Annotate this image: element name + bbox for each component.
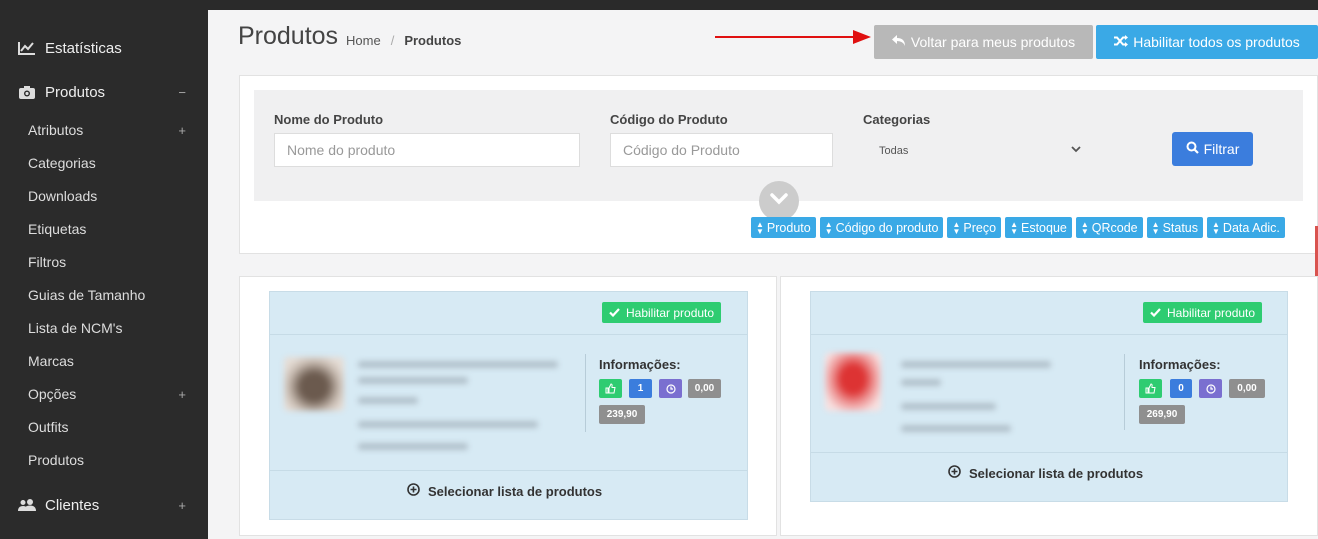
sidebar-item-lista-ncm[interactable]: Lista de NCM's — [28, 319, 190, 337]
categories-label: Categorias — [863, 112, 931, 127]
sidebar-item-clientes[interactable]: Clientes + — [18, 495, 190, 515]
breadcrumb: Home / Produtos — [346, 33, 461, 48]
users-icon — [18, 498, 36, 512]
sort-status-button[interactable]: ▲ ▼ Status — [1146, 217, 1203, 238]
product-details-blurred — [803, 335, 1123, 450]
sidebar-item-outfits[interactable]: Outfits — [28, 418, 190, 436]
clock-icon — [1199, 379, 1222, 398]
sort-preco-button[interactable]: ▲ ▼ Preço — [947, 217, 1002, 238]
check-icon — [1150, 306, 1161, 320]
page-title: Produtos — [238, 22, 339, 50]
expand-toggle[interactable]: + — [178, 123, 186, 138]
sidebar-item-downloads[interactable]: Downloads — [28, 187, 190, 205]
sidebar-item-label: Estatísticas — [45, 39, 122, 57]
sidebar-item-estatisticas[interactable]: Estatísticas — [18, 38, 190, 58]
sidebar-item-categorias[interactable]: Categorias — [28, 154, 190, 172]
thumbs-up-icon — [1139, 379, 1162, 398]
check-icon — [609, 306, 620, 320]
stock-count: 1 — [629, 379, 652, 398]
sidebar-item-guias-de-tamanho[interactable]: Guias de Tamanho — [28, 286, 190, 304]
thumbs-up-icon — [599, 379, 622, 398]
select-product-list-button[interactable]: Selecionar lista de produtos — [407, 483, 602, 499]
product-details-blurred — [262, 335, 582, 463]
sort-icon: ▲ ▼ — [1212, 219, 1220, 236]
expand-filters-toggle[interactable] — [759, 181, 799, 221]
red-arrow-annotation — [715, 30, 871, 44]
plus-circle-icon — [948, 465, 961, 481]
divider — [270, 470, 747, 471]
enable-product-button[interactable]: Habilitar produto — [602, 302, 722, 323]
sort-data-button[interactable]: ▲ ▼ Data Adic. — [1207, 217, 1285, 238]
sort-icon: ▲ ▼ — [756, 219, 764, 236]
sidebar-item-label: Clientes — [45, 496, 100, 514]
product-thumbnail — [284, 357, 344, 411]
chart-line-icon — [18, 41, 36, 55]
info-title: Informações: — [1139, 357, 1221, 372]
chevron-down-icon — [769, 192, 789, 211]
breadcrumb-current: Produtos — [404, 33, 462, 48]
sidebar-item-opcoes[interactable]: Opções + — [28, 385, 190, 403]
price-badge: 239,90 — [599, 405, 645, 424]
camera-icon — [18, 85, 36, 99]
sidebar-item-etiquetas[interactable]: Etiquetas — [28, 220, 190, 238]
sort-icon: ▲ ▼ — [1080, 219, 1089, 236]
search-icon — [1186, 141, 1199, 157]
product-name-label: Nome do Produto — [274, 112, 384, 127]
enable-all-products-button[interactable]: Habilitar todos os produtos — [1096, 25, 1318, 59]
divider — [585, 354, 586, 432]
value-badge: 0,00 — [1229, 379, 1265, 398]
sort-icon: ▲ ▼ — [1010, 219, 1018, 236]
sort-produto-button[interactable]: ▲ ▼ Produto — [751, 217, 816, 238]
product-code-input[interactable]: Código do Produto — [610, 133, 833, 167]
sort-icon: ▲ ▼ — [1151, 219, 1160, 236]
reply-arrow-icon — [891, 34, 906, 50]
chevron-down-icon — [1070, 143, 1082, 158]
top-bar — [0, 0, 1318, 10]
breadcrumb-separator: / — [390, 33, 395, 48]
price-badge: 269,90 — [1139, 405, 1185, 424]
sidebar-item-filtros[interactable]: Filtros — [28, 253, 190, 271]
sidebar-item-atributos[interactable]: Atributos + — [28, 121, 190, 139]
sort-estoque-button[interactable]: ▲ ▼ Estoque — [1005, 217, 1072, 238]
sidebar: Estatísticas Produtos − Atributos + Categ… — [0, 10, 208, 539]
sidebar-item-marcas[interactable]: Marcas — [28, 352, 190, 370]
clock-icon — [659, 379, 682, 398]
sort-qrcode-button[interactable]: ▲ ▼ QRcode — [1075, 217, 1143, 238]
sidebar-item-produtos[interactable]: Produtos − — [18, 82, 190, 102]
sort-buttons: ▲ ▼ Produto ▲ ▼ Código do produto ▲ ▼ Preço ▲ ▼… — [751, 217, 1289, 238]
back-to-my-products-button[interactable]: Voltar para meus produtos — [874, 25, 1093, 59]
enable-product-button[interactable]: Habilitar produto — [1143, 302, 1263, 323]
stock-count: 0 — [1170, 379, 1192, 398]
product-thumbnail — [825, 353, 881, 411]
shuffle-icon — [1114, 34, 1129, 50]
product-name-input[interactable]: Nome do produto — [274, 133, 580, 167]
plus-circle-icon — [407, 483, 420, 499]
categories-select[interactable]: Todas — [864, 138, 1088, 164]
filter-button[interactable]: Filtrar — [1172, 132, 1253, 166]
value-badge: 0,00 — [688, 379, 721, 398]
sort-icon: ▲ ▼ — [952, 219, 961, 236]
sidebar-item-produtos-list[interactable]: Produtos — [28, 451, 190, 469]
collapse-toggle[interactable]: − — [178, 85, 186, 100]
sort-codigo-button[interactable]: ▲ ▼ Código do produto — [819, 217, 944, 238]
divider — [811, 452, 1287, 453]
divider — [1124, 354, 1125, 430]
sort-icon: ▲ ▼ — [824, 219, 833, 236]
expand-toggle[interactable]: + — [178, 498, 186, 513]
expand-toggle[interactable]: + — [178, 387, 186, 402]
info-title: Informações: — [599, 357, 681, 372]
breadcrumb-home[interactable]: Home — [346, 33, 381, 48]
select-product-list-button[interactable]: Selecionar lista de produtos — [948, 465, 1143, 481]
product-code-label: Código do Produto — [610, 112, 728, 127]
sidebar-item-label: Produtos — [45, 83, 106, 101]
